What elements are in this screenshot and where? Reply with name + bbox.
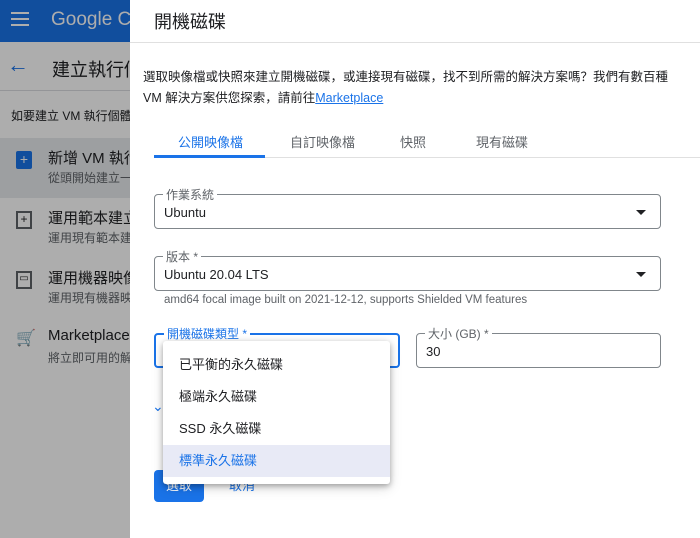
disk-type-label: 開機磁碟類型 * <box>164 325 251 342</box>
dropdown-option-balanced[interactable]: 已平衡的永久磁碟 <box>163 349 390 381</box>
size-input[interactable]: 大小 (GB) * 30 <box>416 325 661 368</box>
dropdown-arrow-icon <box>636 210 646 215</box>
os-value: Ubuntu <box>164 205 206 220</box>
size-value: 30 <box>426 344 441 359</box>
active-tab-indicator <box>154 155 265 158</box>
version-value: Ubuntu 20.04 LTS <box>164 267 269 282</box>
panel-title: 開機磁碟 <box>154 12 226 32</box>
panel-description: 選取映像檔或快照來建立開機磁碟，或連接現有磁碟，找不到所需的解決方案嗎？我們有數… <box>143 67 673 109</box>
dropdown-arrow-icon <box>636 272 646 277</box>
os-select[interactable]: 作業系統 Ubuntu <box>154 186 661 229</box>
divider <box>130 42 700 43</box>
os-label: 作業系統 <box>163 186 218 203</box>
dropdown-option-extreme[interactable]: 極端永久磁碟 <box>163 381 390 413</box>
tab-existing-disks[interactable]: 現有磁碟 <box>476 132 528 151</box>
tab-public-images[interactable]: 公開映像檔 <box>178 132 243 151</box>
chevron-down-icon[interactable]: ⌄ <box>152 398 164 415</box>
version-hint: amd64 focal image built on 2021-12-12, s… <box>164 294 528 306</box>
dropdown-option-standard[interactable]: 標準永久磁碟 <box>163 445 390 477</box>
version-label: 版本 * <box>163 248 202 265</box>
dropdown-option-ssd[interactable]: SSD 永久磁碟 <box>163 413 390 445</box>
version-select[interactable]: 版本 * Ubuntu 20.04 LTS <box>154 248 661 291</box>
size-label: 大小 (GB) * <box>425 325 492 342</box>
marketplace-link[interactable]: Marketplace <box>315 91 383 105</box>
tab-bar: 公開映像檔 自訂映像檔 快照 現有磁碟 <box>154 126 700 158</box>
tab-custom-images[interactable]: 自訂映像檔 <box>290 132 355 151</box>
disk-type-dropdown: 已平衡的永久磁碟 極端永久磁碟 SSD 永久磁碟 標準永久磁碟 <box>163 341 390 484</box>
description-text: 選取映像檔或快照來建立開機磁碟，或連接現有磁碟，找不到所需的解決方案嗎？我們有數… <box>143 70 669 105</box>
tab-snapshots[interactable]: 快照 <box>400 132 426 151</box>
